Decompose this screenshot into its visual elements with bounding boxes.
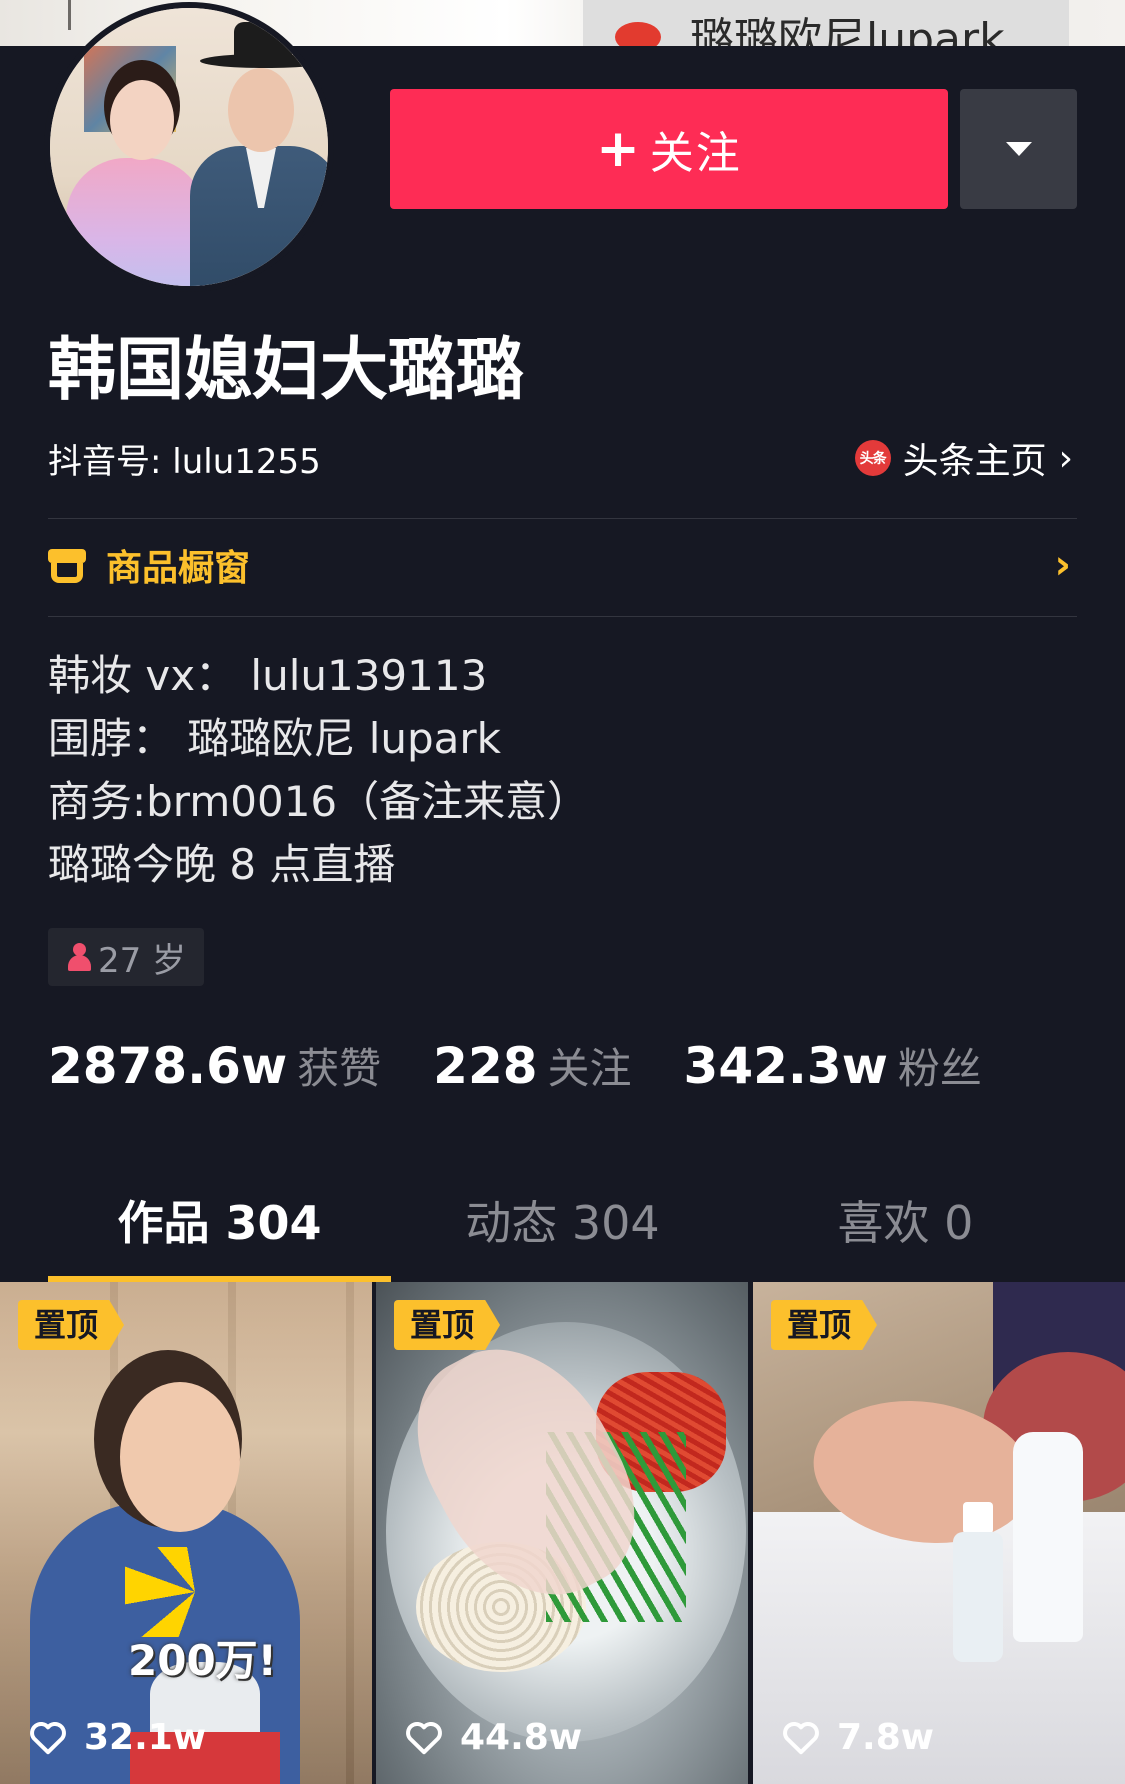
follow-button[interactable]: + 关注 bbox=[390, 89, 948, 209]
pinned-badge: 置顶 bbox=[18, 1300, 125, 1350]
avatar[interactable] bbox=[44, 2, 334, 292]
stats-row: 2878.6w 获赞 228 关注 342.3w 粉丝 bbox=[48, 1035, 982, 1096]
store-icon bbox=[48, 546, 86, 584]
avatar-man-face bbox=[228, 68, 294, 152]
cover-banner-text: 璐璐欧尼lupark bbox=[690, 14, 1005, 47]
heart-icon bbox=[30, 1721, 66, 1754]
bio: 韩妆 vx： lulu139113 围脖： 璐璐欧尼 lupark 商务:brm… bbox=[48, 644, 589, 896]
tab-likes[interactable]: 喜欢 0 bbox=[734, 1180, 1077, 1266]
thumbnail-bottle bbox=[953, 1532, 1003, 1662]
video-like-count: 32.1w bbox=[28, 1717, 206, 1758]
profile-page: 璐璐欧尼lupark + 关注 韩国媳妇大璐璐 抖音号: lulu1255 头条… bbox=[0, 0, 1125, 1784]
female-icon bbox=[66, 941, 92, 973]
followers-label[interactable]: 粉丝 bbox=[898, 1035, 982, 1096]
video-thumbnail[interactable]: 置顶 44.8w bbox=[376, 1282, 748, 1784]
video-like-count: 7.8w bbox=[781, 1717, 934, 1758]
avatar-hat-brim bbox=[200, 54, 328, 68]
chevron-right-icon: › bbox=[1058, 437, 1073, 479]
likes-label: 获赞 bbox=[297, 1044, 382, 1093]
thumbnail-face bbox=[120, 1382, 240, 1532]
thumbnail-pump-cap bbox=[963, 1502, 993, 1534]
toutiao-label: 头条主页 bbox=[902, 441, 1047, 482]
like-count-text: 44.8w bbox=[460, 1717, 583, 1758]
avatar-woman-hanbok bbox=[66, 158, 206, 286]
douyin-id: 抖音号: lulu1255 bbox=[48, 442, 321, 482]
tab-works[interactable]: 作品 304 bbox=[48, 1180, 391, 1266]
bio-line: 商务:brm0016（备注来意） bbox=[48, 777, 590, 826]
video-like-count: 44.8w bbox=[404, 1717, 582, 1758]
thumbnail-overlay-text: 200万! bbox=[128, 1636, 277, 1685]
profile-tabs: 作品 304 动态 304 喜欢 0 bbox=[48, 1180, 1077, 1282]
heart-icon bbox=[406, 1721, 442, 1754]
toutiao-icon: 头条 bbox=[854, 440, 891, 476]
bio-line: 围脖： 璐璐欧尼 lupark bbox=[48, 714, 501, 763]
bio-line: 璐璐今晚 8 点直播 bbox=[48, 840, 396, 889]
pinned-badge: 置顶 bbox=[771, 1300, 878, 1350]
video-thumbnail[interactable]: 200万! 置顶 32.1w bbox=[0, 1282, 372, 1784]
age-label: 27 岁 bbox=[97, 940, 187, 981]
like-count-text: 32.1w bbox=[84, 1717, 207, 1758]
weibo-logo-icon bbox=[615, 22, 661, 46]
age-tag: 27 岁 bbox=[48, 928, 204, 986]
follow-label: 关注 bbox=[649, 128, 742, 179]
heart-icon bbox=[783, 1721, 819, 1754]
following-label[interactable]: 关注 bbox=[548, 1035, 632, 1096]
likes-count: 2878.6w bbox=[48, 1037, 288, 1095]
following-count[interactable]: 228 bbox=[433, 1037, 537, 1095]
profile-name: 韩国媳妇大璐璐 bbox=[48, 331, 525, 410]
avatar-woman-face bbox=[110, 80, 174, 160]
toutiao-homepage-link[interactable]: 头条 头条主页 › bbox=[854, 432, 1073, 484]
tab-dynamics[interactable]: 动态 304 bbox=[391, 1180, 734, 1266]
shop-window-row[interactable]: 商品橱窗 › bbox=[48, 540, 1077, 590]
shop-window-label: 商品橱窗 bbox=[106, 548, 251, 589]
thumbnail-burst bbox=[125, 1547, 265, 1637]
chevron-right-icon: › bbox=[1054, 542, 1071, 588]
divider bbox=[48, 616, 1077, 617]
thumbnail-bottle bbox=[1013, 1432, 1083, 1642]
video-grid: 200万! 置顶 32.1w 置顶 44.8w 置顶 7.8w bbox=[0, 1282, 1125, 1784]
triangle-down-icon bbox=[1005, 142, 1032, 156]
plus-icon: + bbox=[596, 119, 642, 179]
like-count-text: 7.8w bbox=[837, 1717, 935, 1758]
video-thumbnail[interactable]: 置顶 7.8w bbox=[753, 1282, 1125, 1784]
followers-count[interactable]: 342.3w bbox=[684, 1037, 888, 1095]
more-options-button[interactable] bbox=[960, 89, 1077, 209]
divider bbox=[48, 518, 1077, 519]
bio-line: 韩妆 vx： lulu139113 bbox=[48, 651, 488, 700]
pinned-badge: 置顶 bbox=[394, 1300, 501, 1350]
